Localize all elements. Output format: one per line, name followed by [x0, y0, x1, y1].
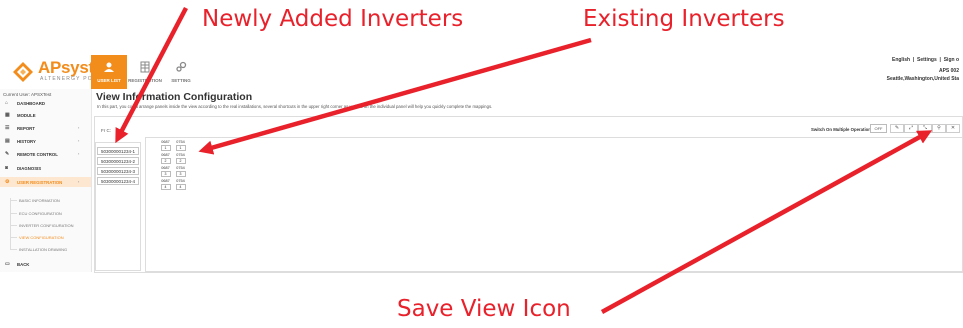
annotation-arrows: [115, 6, 933, 314]
arrow-existing: [198, 37, 592, 155]
arrow-newly-added: [115, 6, 188, 144]
arrow-save-view: [600, 130, 933, 314]
